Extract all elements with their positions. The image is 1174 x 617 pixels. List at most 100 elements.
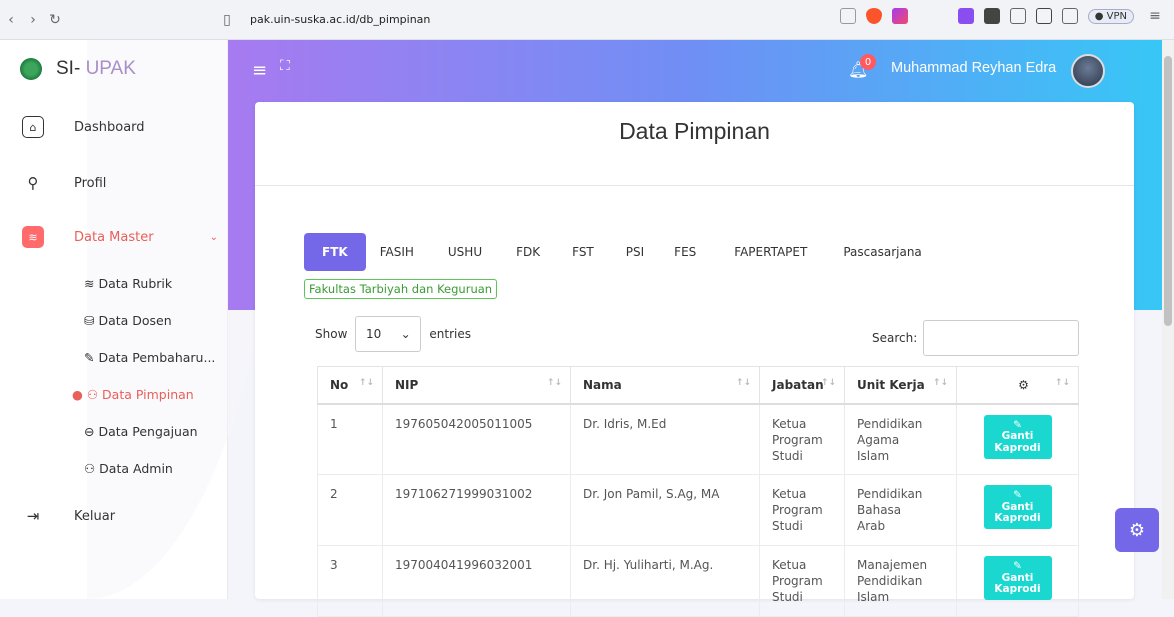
extension-icon[interactable] bbox=[957, 8, 974, 24]
tab-ftk[interactable]: FTK bbox=[304, 233, 366, 271]
sidebar-item-label: Data Master bbox=[74, 229, 154, 245]
cell-line: Arab bbox=[857, 519, 886, 534]
sidebar-subitem-rubrik[interactable]: ≋ Data Rubrik bbox=[84, 276, 172, 291]
cell-unit-kerja: Pendidikan Bahasa Arab bbox=[844, 474, 957, 546]
cell-actions: ✎ Ganti Kaprodi bbox=[956, 474, 1079, 546]
ganti-kaprodi-button[interactable]: ✎ Ganti Kaprodi bbox=[983, 485, 1052, 529]
button-label: Ganti bbox=[1001, 571, 1034, 584]
tab-fdk[interactable]: FDK bbox=[502, 233, 554, 271]
layers-icon: ≋ bbox=[22, 226, 44, 248]
button-label: Kaprodi bbox=[994, 512, 1041, 525]
sidebar-item-keluar[interactable]: ⇥ Keluar bbox=[22, 505, 115, 527]
edit-icon: ✎ bbox=[1013, 560, 1022, 572]
sidebar-subitem-pembaharuan[interactable]: ✎ Data Pembaharu... bbox=[84, 350, 215, 365]
ganti-kaprodi-button[interactable]: ✎ Ganti Kaprodi bbox=[983, 414, 1052, 459]
settings-fab-button[interactable]: ⚙ bbox=[1115, 508, 1159, 552]
cell-jabatan: Ketua Program Studi bbox=[759, 474, 845, 546]
column-header-nama[interactable]: Nama ↑↓ bbox=[570, 366, 760, 405]
table-row: 1 197605042005011005 Dr. Idris, M.Ed Ket… bbox=[317, 403, 1079, 475]
tab-ushu[interactable]: USHU bbox=[428, 233, 502, 271]
puzzle-icon[interactable] bbox=[1009, 8, 1026, 24]
cell-line: Manajemen bbox=[857, 558, 928, 572]
cell-line: Studi bbox=[772, 519, 803, 534]
avatar[interactable] bbox=[1071, 54, 1105, 88]
sidebar-subitem-pengajuan[interactable]: ⊖ Data Pengajuan bbox=[84, 424, 198, 439]
sidebar-subitem-pimpinan[interactable]: ● ⚇ Data Pimpinan bbox=[72, 387, 194, 402]
tab-psi[interactable]: PSI bbox=[612, 233, 658, 271]
cell-line: Pendidikan bbox=[857, 574, 923, 589]
cell-actions: ✎ Ganti Kaprodi bbox=[956, 545, 1079, 617]
brand-prefix: SI- bbox=[56, 58, 86, 79]
column-header-jabatan[interactable]: Jabatan ↑↓ bbox=[759, 366, 845, 405]
brand-accent: UPAK bbox=[85, 58, 136, 79]
cell-jabatan: Ketua Program Studi bbox=[759, 545, 845, 617]
cell-line: Studi bbox=[772, 590, 803, 605]
browser-extensions: ● VPN ≡ bbox=[839, 8, 1166, 24]
table-row: 3 197004041996032001 Dr. Hj. Yuliharti, … bbox=[317, 545, 1079, 617]
tab-fasih[interactable]: FASIH bbox=[366, 233, 428, 271]
fullscreen-icon[interactable]: ⛶ bbox=[280, 58, 290, 74]
pimpinan-table: No ↑↓ NIP ↑↓ Nama ↑↓ Jabatan ↑↓ Unit Kerja ↑↓… bbox=[317, 366, 1079, 617]
reload-icon[interactable]: ↻ bbox=[44, 12, 66, 28]
cell-nama: Dr. Idris, M.Ed bbox=[570, 403, 760, 475]
search-input[interactable] bbox=[923, 320, 1080, 356]
cell-line: Bahasa bbox=[857, 503, 902, 518]
column-header-label: NIP bbox=[395, 377, 419, 392]
rewards-icon[interactable] bbox=[891, 8, 908, 24]
sidebar-item-label: Profil bbox=[74, 175, 107, 191]
office-icon[interactable] bbox=[983, 8, 1000, 24]
wallet-icon[interactable] bbox=[1061, 8, 1078, 24]
back-icon[interactable]: ‹ bbox=[0, 12, 22, 28]
university-logo-icon bbox=[20, 58, 42, 80]
scroll-thumb[interactable] bbox=[1164, 56, 1172, 326]
table-header-row: No ↑↓ NIP ↑↓ Nama ↑↓ Jabatan ↑↓ Unit Kerja ↑↓… bbox=[317, 366, 1079, 405]
tab-pascasarjana[interactable]: Pascasarjana bbox=[829, 233, 935, 271]
user-name[interactable]: Muhammad Reyhan Edra bbox=[891, 60, 1056, 76]
home-icon: ⌂ bbox=[22, 116, 44, 138]
address-bar[interactable]: pak.uin-suska.ac.id/db_pimpinan bbox=[250, 13, 430, 26]
column-header-label: Nama bbox=[583, 377, 622, 392]
ganti-kaprodi-button[interactable]: ✎ Ganti Kaprodi bbox=[983, 556, 1052, 600]
column-header-actions[interactable]: ⚙ ↑↓ bbox=[956, 366, 1079, 405]
forward-icon[interactable]: › bbox=[22, 12, 44, 28]
cell-unit-kerja: Manajemen Pendidikan Islam bbox=[844, 545, 957, 617]
button-label: Kaprodi bbox=[994, 441, 1041, 454]
brand[interactable]: SI- UPAK bbox=[20, 58, 136, 80]
cell-no: 2 bbox=[317, 474, 383, 546]
tab-fst[interactable]: FST bbox=[554, 233, 612, 271]
entries-select[interactable]: 10 ⌄ bbox=[355, 316, 422, 352]
sidebar-item-dashboard[interactable]: ⌂ Dashboard bbox=[22, 116, 145, 138]
bookmark-icon[interactable]: ▯ bbox=[216, 12, 238, 28]
menu-icon[interactable]: ≡ bbox=[1144, 8, 1166, 24]
hamburger-menu-icon[interactable]: ≡ bbox=[252, 60, 267, 81]
sidebar-toggle-icon[interactable] bbox=[1035, 8, 1052, 24]
tab-fes[interactable]: FES bbox=[658, 233, 712, 271]
sidebar-item-data-master[interactable]: ≋ Data Master ⌄ bbox=[22, 226, 218, 248]
divider bbox=[255, 185, 1134, 186]
sidebar-subitem-admin[interactable]: ⚇ Data Admin bbox=[84, 461, 173, 476]
faculty-tabs: FTK FASIH USHU FDK FST PSI FES FAPERTAPE… bbox=[304, 233, 936, 271]
brand-title: SI- UPAK bbox=[56, 58, 136, 80]
column-header-unit-kerja[interactable]: Unit Kerja ↑↓ bbox=[844, 366, 957, 405]
column-header-nip[interactable]: NIP ↑↓ bbox=[382, 366, 571, 405]
search-label: Search: bbox=[872, 331, 918, 345]
share-icon[interactable] bbox=[839, 8, 856, 24]
cell-line: Islam bbox=[857, 448, 890, 463]
brave-shield-icon[interactable] bbox=[865, 8, 882, 24]
cell-nama: Dr. Jon Pamil, S.Ag, MA bbox=[570, 474, 760, 546]
column-header-no[interactable]: No ↑↓ bbox=[317, 366, 383, 405]
table-row: 2 197106271999031002 Dr. Jon Pamil, S.Ag… bbox=[317, 474, 1079, 546]
cell-line: Ketua bbox=[772, 558, 807, 572]
cell-line: Agama bbox=[857, 432, 900, 447]
page-scrollbar[interactable] bbox=[1162, 40, 1174, 599]
sidebar-subitem-dosen[interactable]: ⛁ Data Dosen bbox=[84, 313, 172, 328]
sort-icon: ↑↓ bbox=[358, 378, 374, 388]
sidebar-item-profil[interactable]: ⚲ Profil bbox=[22, 172, 107, 194]
vpn-button[interactable]: ● VPN bbox=[1087, 8, 1134, 24]
cell-line: Pendidikan bbox=[857, 487, 923, 501]
entries-label: entries bbox=[429, 327, 471, 341]
column-header-label: Jabatan bbox=[772, 377, 824, 392]
tab-fapertapet[interactable]: FAPERTAPET bbox=[712, 233, 829, 271]
cell-line: Program bbox=[772, 574, 823, 589]
cell-line: Islam bbox=[857, 590, 890, 605]
